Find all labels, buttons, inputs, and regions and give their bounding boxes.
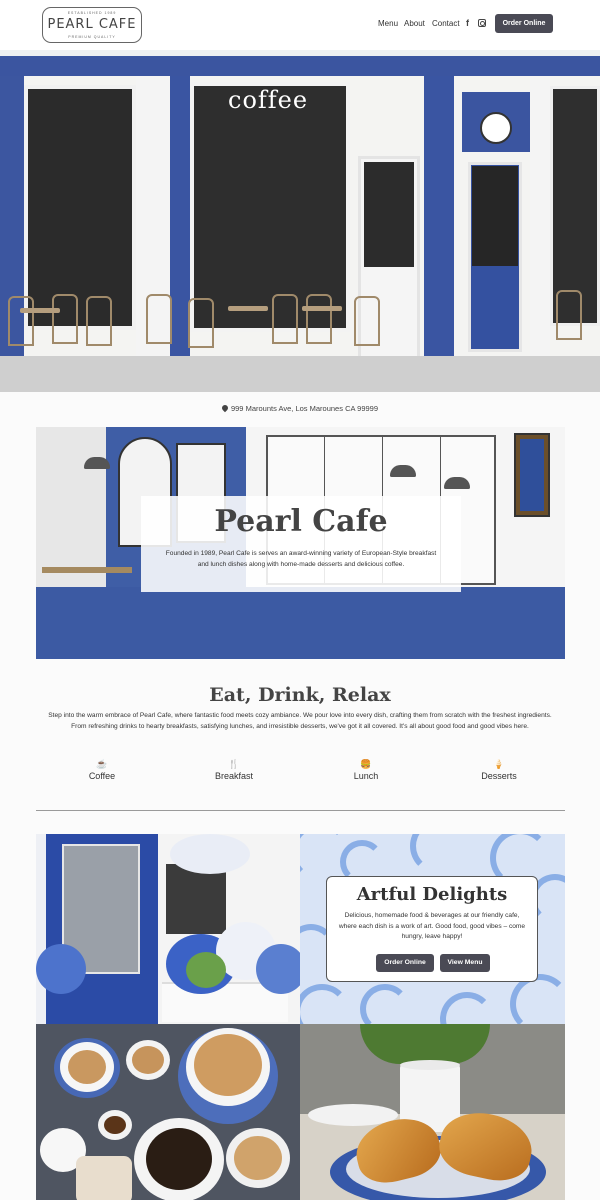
utensils-icon: 🍴 — [228, 759, 240, 769]
coffee-beans — [104, 1116, 126, 1134]
flower-cluster — [36, 944, 86, 994]
nav-link-about[interactable]: About — [404, 19, 425, 28]
section-divider — [36, 810, 565, 811]
foliage — [186, 952, 226, 988]
latte-art — [234, 1136, 282, 1180]
category-label: Desserts — [481, 771, 517, 781]
black-coffee — [146, 1128, 212, 1190]
blue-counter — [36, 587, 565, 659]
category-label: Breakfast — [214, 771, 254, 781]
ice-cream-icon: 🍦 — [493, 759, 505, 769]
nav-link-contact[interactable]: Contact — [432, 19, 460, 28]
coffee-sign: coffee — [228, 86, 309, 114]
logo-name: PEARL CAFE — [47, 17, 137, 32]
artful-description: Delicious, homemade food & beverages at … — [338, 912, 526, 940]
swirl-pattern — [360, 984, 410, 1024]
logo-tagline: PREMIUM QUALITY — [68, 35, 116, 39]
nav-link-menu[interactable]: Menu — [378, 19, 398, 28]
door-glass — [364, 162, 414, 267]
logo-established-text: ESTABLISHED 1989 — [67, 11, 117, 15]
flower-cluster — [170, 834, 250, 874]
view-menu-button[interactable]: View Menu — [440, 954, 490, 972]
potted-plant — [360, 1024, 490, 1064]
order-online-button[interactable]: Order Online — [495, 14, 553, 33]
category-label: Lunch — [353, 771, 379, 781]
white-pillar-right — [530, 76, 550, 366]
storefront-hero-image: coffee — [0, 50, 600, 392]
bistro-table — [20, 308, 60, 313]
pearl-cafe-logo[interactable]: ESTABLISHED 1989 PEARL CAFE PREMIUM QUAL… — [42, 7, 142, 43]
section-description: Step into the warm embrace of Pearl Cafe… — [48, 712, 552, 730]
latte-art — [68, 1050, 106, 1084]
bistro-chair — [86, 296, 112, 346]
pendant-lamp-icon — [444, 477, 470, 489]
map-pin-icon — [220, 403, 230, 413]
bistro-chair — [146, 294, 172, 344]
shop-window — [166, 864, 226, 934]
bistro-chair — [306, 294, 332, 344]
flower-storefront-image — [36, 834, 300, 1024]
instagram-icon[interactable] — [478, 19, 486, 27]
address-line: 999 Marounts Ave, Los Marounes CA 99999 — [0, 403, 600, 413]
pastry — [76, 1156, 132, 1200]
wall-frame-picture — [520, 439, 544, 511]
pendant-lamp-icon — [390, 465, 416, 477]
croissant-coffee-image — [300, 1024, 565, 1200]
bistro-chair — [354, 296, 380, 346]
pendant-lamp-icon — [84, 457, 110, 469]
latte-art — [194, 1034, 262, 1096]
section-title: Eat, Drink, Relax — [209, 684, 391, 706]
shop-window-left — [24, 85, 136, 330]
blue-column — [170, 76, 190, 356]
hero-title: Pearl Cafe — [214, 504, 388, 539]
facebook-icon[interactable]: f — [466, 18, 469, 28]
bistro-chair — [8, 296, 34, 346]
clock-icon — [480, 112, 512, 144]
blue-column-right — [424, 76, 454, 356]
bistro-chair — [188, 298, 214, 348]
bistro-table — [302, 306, 342, 311]
bistro-chair — [556, 290, 582, 340]
sidewalk — [0, 356, 600, 392]
burger-icon: 🍔 — [360, 759, 372, 769]
swirl-pattern — [300, 984, 350, 1024]
coffee-cups-image — [36, 1024, 300, 1200]
blue-door-glass — [472, 166, 518, 266]
bistro-chair — [52, 294, 78, 344]
swirl-pattern — [410, 834, 466, 874]
artful-delights-card: Artful Delights Delicious, homemade food… — [326, 876, 538, 982]
category-breakfast[interactable]: 🍴 Breakfast — [194, 758, 274, 781]
flower-cluster — [256, 944, 300, 994]
category-desserts[interactable]: 🍦 Desserts — [459, 758, 539, 781]
bistro-table — [228, 306, 268, 311]
mug-rim — [400, 1060, 460, 1070]
bistro-chair — [272, 294, 298, 344]
category-coffee[interactable]: ☕ Coffee — [62, 758, 142, 781]
address-text: 999 Marounts Ave, Los Marounes CA 99999 — [230, 404, 379, 413]
category-lunch[interactable]: 🍔 Lunch — [326, 758, 406, 781]
storefront-fascia — [0, 56, 600, 76]
category-label: Coffee — [88, 771, 116, 781]
swirl-pattern — [440, 992, 494, 1024]
counter — [42, 567, 132, 573]
hero-description: Founded in 1989, Pearl Cafe is serves an… — [165, 550, 437, 568]
artful-title: Artful Delights — [356, 884, 508, 905]
latte-art — [132, 1046, 164, 1074]
coffee-cup-icon: ☕ — [96, 759, 108, 769]
order-online-button[interactable]: Order Online — [376, 954, 434, 972]
site-header: ESTABLISHED 1989 PEARL CAFE PREMIUM QUAL… — [0, 0, 600, 50]
hero-intro-card: Pearl Cafe Founded in 1989, Pearl Cafe i… — [141, 496, 461, 592]
